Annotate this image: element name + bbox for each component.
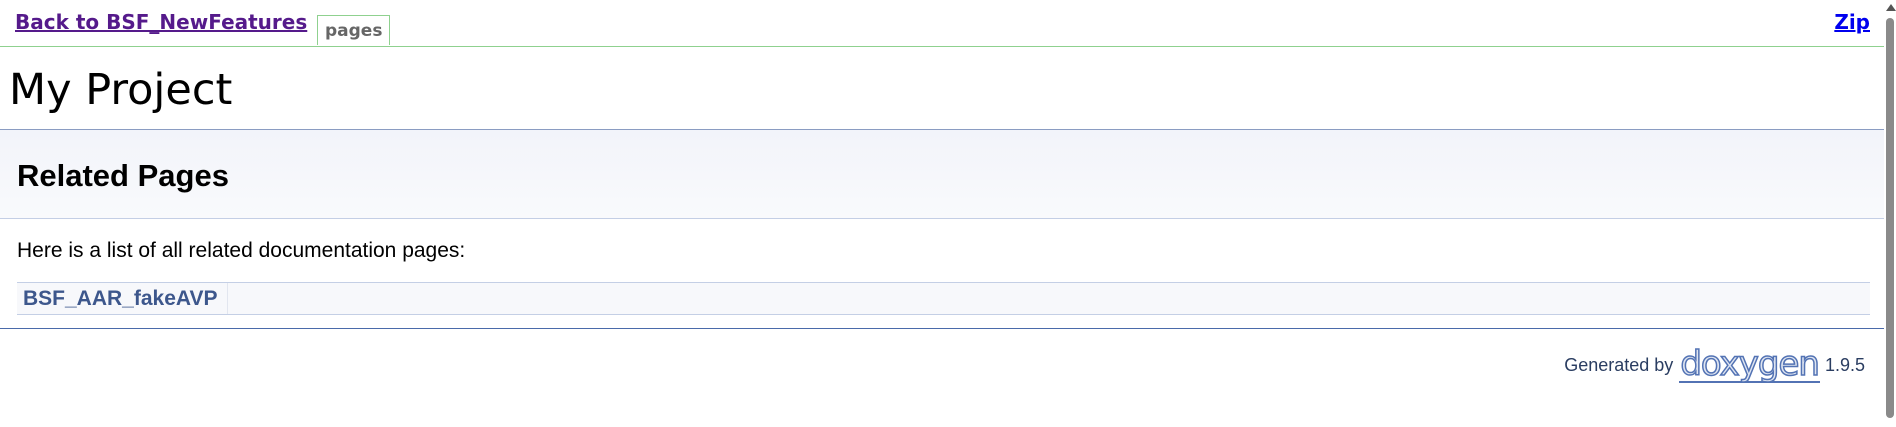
generated-by-text: Generated by: [1564, 354, 1674, 375]
top-navigation-bar: Back to BSF_NewFeatures pages Zip: [0, 0, 1884, 47]
related-pages-table: BSF_AAR_fakeAVP: [17, 282, 1870, 315]
doxygen-logo[interactable]: doxygen: [1679, 346, 1821, 383]
page-title: Related Pages: [17, 158, 229, 193]
vertical-scrollbar[interactable]: [1884, 0, 1896, 427]
doxygen-page: Back to BSF_NewFeatures pages Zip My Pro…: [0, 0, 1884, 427]
tab-pages[interactable]: pages: [317, 15, 391, 45]
scroll-up-icon[interactable]: [1886, 4, 1896, 11]
scrollbar-thumb[interactable]: [1886, 18, 1894, 418]
back-link[interactable]: Back to BSF_NewFeatures: [15, 10, 307, 34]
page-link-bsf-aar-fakeavp[interactable]: BSF_AAR_fakeAVP: [17, 283, 228, 314]
footer-divider: [0, 328, 1884, 329]
doxygen-version: 1.9.5: [1824, 354, 1865, 375]
table-row: BSF_AAR_fakeAVP: [17, 283, 1870, 314]
zip-link[interactable]: Zip: [1834, 10, 1870, 34]
page-header: Related Pages: [0, 130, 1884, 219]
intro-text: Here is a list of all related documentat…: [17, 239, 466, 262]
project-title: My Project: [9, 65, 233, 115]
footer: Generated by doxygen 1.9.5: [1564, 346, 1865, 384]
